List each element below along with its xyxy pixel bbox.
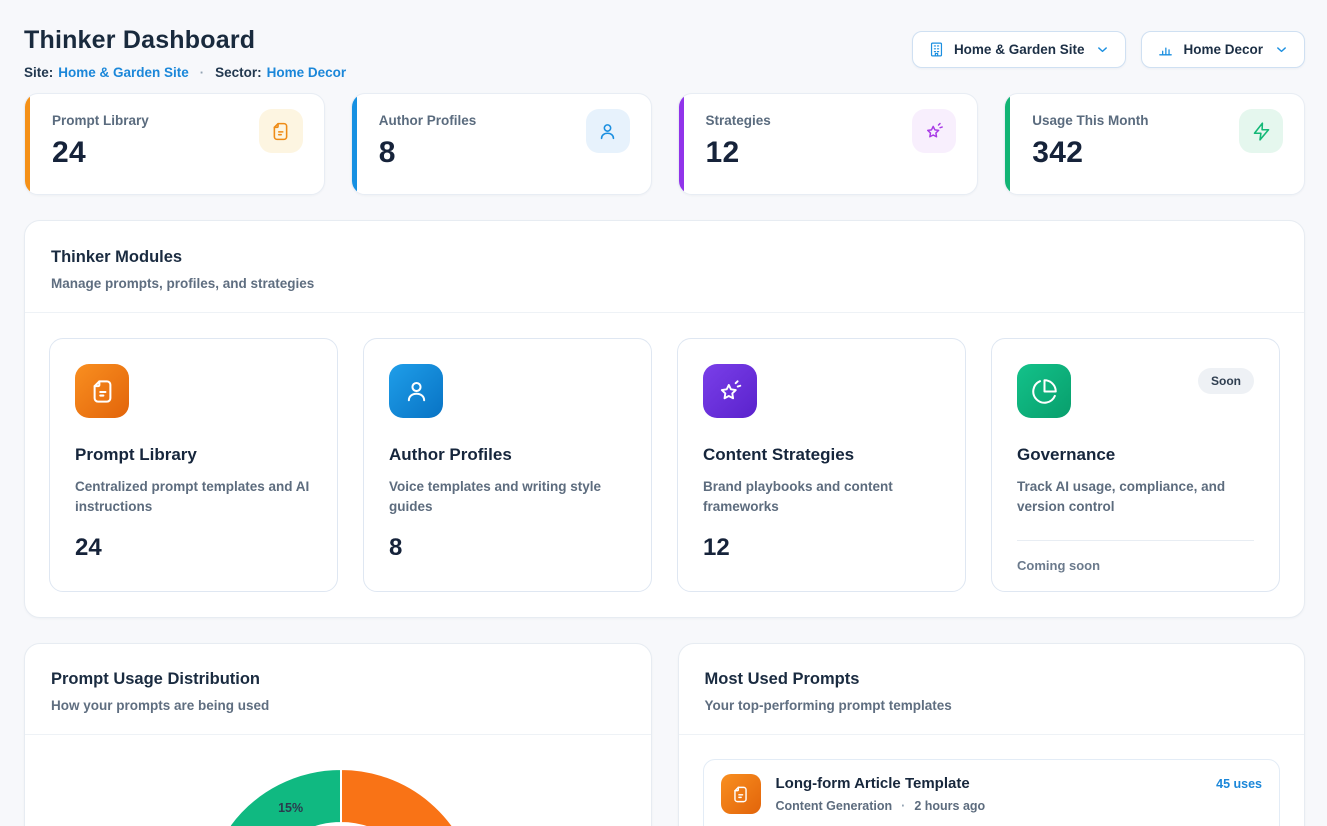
building-icon — [928, 41, 945, 58]
sector-label: Sector: — [215, 65, 262, 80]
prompt-meta: Content Generation · 2 hours ago — [776, 799, 1202, 813]
module-description: Track AI usage, compliance, and version … — [1017, 477, 1254, 517]
bottom-row: Prompt Usage Distribution How your promp… — [0, 618, 1327, 826]
module-title: Governance — [1017, 445, 1254, 465]
chevron-down-icon — [1095, 42, 1110, 57]
card-title: Most Used Prompts — [705, 670, 1279, 689]
module-card-governance[interactable]: Soon Governance Track AI usage, complian… — [991, 338, 1280, 592]
prompt-time: 2 hours ago — [914, 799, 985, 813]
module-description: Brand playbooks and content frameworks — [703, 477, 940, 517]
document-icon — [721, 774, 761, 814]
sector-selector-dropdown[interactable]: Home Decor — [1141, 31, 1305, 68]
stats-row: Prompt Library 24 Author Profiles 8 Stra… — [0, 93, 1327, 195]
document-icon — [75, 364, 129, 418]
modules-grid: Prompt Library Centralized prompt templa… — [25, 313, 1304, 617]
module-count: 24 — [75, 534, 312, 562]
module-title: Content Strategies — [703, 445, 940, 465]
top-bar: Thinker Dashboard Site: Home & Garden Si… — [0, 0, 1327, 80]
accent-bar — [352, 94, 357, 194]
sector-selector-label: Home Decor — [1183, 42, 1263, 57]
usage-donut-chart: 15% — [25, 735, 652, 826]
meta-separator: · — [901, 799, 905, 813]
chevron-down-icon — [1274, 42, 1289, 57]
module-description: Centralized prompt templates and AI inst… — [75, 477, 312, 517]
panel-header: Thinker Modules Manage prompts, profiles… — [25, 221, 1304, 312]
module-count: 12 — [703, 534, 940, 562]
module-card-content-strategies[interactable]: Content Strategies Brand playbooks and c… — [677, 338, 966, 592]
card-subtitle: Your top-performing prompt templates — [705, 698, 1279, 713]
dashboard-page: Thinker Dashboard Site: Home & Garden Si… — [0, 0, 1327, 826]
breadcrumb-separator: · — [200, 65, 204, 80]
prompt-list-item[interactable]: Long-form Article Template Content Gener… — [703, 759, 1281, 826]
prompt-title: Long-form Article Template — [776, 775, 1202, 792]
card-header: Prompt Usage Distribution How your promp… — [25, 644, 651, 734]
module-title: Prompt Library — [75, 445, 312, 465]
header-dropdowns: Home & Garden Site Home Decor — [912, 31, 1305, 68]
coming-soon-text: Coming soon — [1017, 558, 1254, 573]
uses-count: 45 uses — [1216, 777, 1262, 824]
soon-badge: Soon — [1198, 368, 1254, 394]
prompt-category: Content Generation — [776, 799, 893, 813]
user-icon — [389, 364, 443, 418]
site-selector-dropdown[interactable]: Home & Garden Site — [912, 31, 1127, 68]
most-used-prompts-card: Most Used Prompts Your top-performing pr… — [678, 643, 1306, 826]
accent-bar — [1005, 94, 1010, 194]
divider — [679, 734, 1305, 735]
document-icon — [259, 109, 303, 153]
donut-segment-label: 15% — [278, 801, 303, 815]
page-title: Thinker Dashboard — [24, 26, 346, 55]
prompt-item-body: Long-form Article Template Content Gener… — [776, 774, 1202, 824]
user-icon — [586, 109, 630, 153]
module-card-prompt-library[interactable]: Prompt Library Centralized prompt templa… — [49, 338, 338, 592]
prompt-usage-card: Prompt Usage Distribution How your promp… — [24, 643, 652, 826]
stat-card-strategies: Strategies 12 — [678, 93, 979, 195]
stat-card-prompt-library: Prompt Library 24 — [24, 93, 325, 195]
module-count: 8 — [389, 534, 626, 562]
card-subtitle: How your prompts are being used — [51, 698, 625, 713]
thinker-modules-panel: Thinker Modules Manage prompts, profiles… — [24, 220, 1305, 618]
green-segment — [229, 769, 341, 826]
module-card-author-profiles[interactable]: Author Profiles Voice templates and writ… — [363, 338, 652, 592]
site-selector-label: Home & Garden Site — [954, 42, 1085, 57]
divider — [1017, 540, 1254, 541]
site-label: Site: — [24, 65, 53, 80]
panel-subtitle: Manage prompts, profiles, and strategies — [51, 276, 1278, 291]
pie-chart-icon — [1017, 364, 1071, 418]
site-link[interactable]: Home & Garden Site — [58, 65, 189, 80]
stat-card-usage: Usage This Month 342 — [1004, 93, 1305, 195]
bar-chart-icon — [1157, 41, 1174, 58]
orange-segment — [341, 769, 479, 826]
header-left: Thinker Dashboard Site: Home & Garden Si… — [24, 26, 346, 80]
module-title: Author Profiles — [389, 445, 626, 465]
accent-bar — [25, 94, 30, 194]
module-description: Voice templates and writing style guides — [389, 477, 626, 517]
sparkle-star-icon — [703, 364, 757, 418]
breadcrumb: Site: Home & Garden Site · Sector: Home … — [24, 65, 346, 80]
card-title: Prompt Usage Distribution — [51, 670, 625, 689]
zap-icon — [1239, 109, 1283, 153]
sector-link[interactable]: Home Decor — [267, 65, 347, 80]
card-header: Most Used Prompts Your top-performing pr… — [679, 644, 1305, 734]
stat-card-author-profiles: Author Profiles 8 — [351, 93, 652, 195]
sparkle-star-icon — [912, 109, 956, 153]
accent-bar — [679, 94, 684, 194]
panel-title: Thinker Modules — [51, 248, 1278, 267]
